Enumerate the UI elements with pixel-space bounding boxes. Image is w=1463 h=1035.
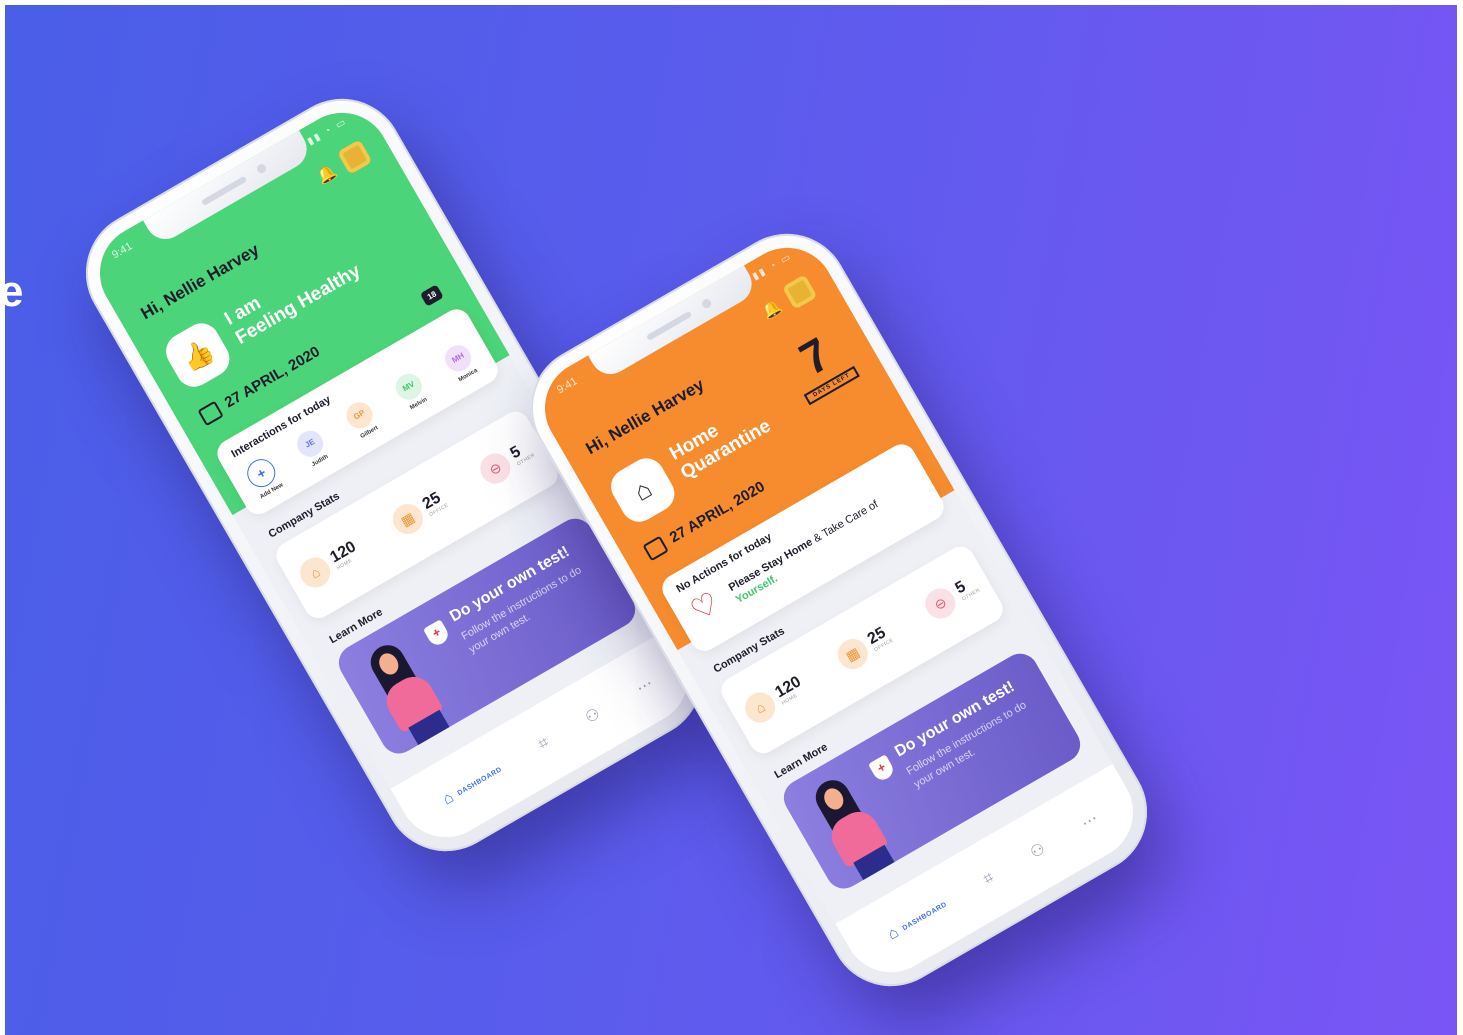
- bell-icon[interactable]: 🔔: [758, 296, 785, 323]
- contact-item[interactable]: GP Gilbert: [336, 394, 390, 447]
- stat-home: ⌂ 120 HOME: [294, 536, 364, 593]
- medical-shield-icon: +: [422, 619, 452, 649]
- contact-item[interactable]: JE Judith: [286, 422, 340, 475]
- more-icon: ⋯: [1078, 810, 1102, 833]
- home-icon: ⌂: [439, 788, 457, 809]
- minus-circle-icon: ⊖: [474, 447, 516, 489]
- minus-circle-icon: ⊖: [919, 582, 961, 624]
- heart-home-icon: ♡: [685, 586, 725, 629]
- status-time: 9:41: [109, 240, 135, 262]
- nav-more[interactable]: ⋯: [633, 673, 657, 698]
- people-icon: ⚇: [582, 705, 604, 728]
- nav-dashboard-label: DASHBOARD: [901, 900, 949, 932]
- nav-scan[interactable]: ⌗: [981, 869, 998, 889]
- home-icon: ⌂: [604, 451, 681, 529]
- office-icon: ▦: [387, 498, 429, 540]
- woman-illustration: [350, 625, 465, 754]
- nav-contacts[interactable]: ⚇: [582, 704, 604, 728]
- qr-scan-icon: ⌗: [535, 734, 552, 754]
- stat-office: ▦ 25 OFFICE: [832, 620, 897, 675]
- home-icon: ⌂: [739, 686, 781, 728]
- nav-dashboard[interactable]: ⌂ DASHBOARD: [885, 896, 951, 944]
- stat-other: ⊖ 5 OTHER: [919, 570, 983, 624]
- thumbs-up-icon: 👍: [159, 316, 236, 394]
- contact-item[interactable]: MV Melvin: [385, 365, 439, 418]
- qr-scan-icon: ⌗: [980, 869, 997, 889]
- nav-dashboard-label: DASHBOARD: [456, 765, 504, 797]
- people-icon: ⚇: [1027, 840, 1049, 863]
- home-icon: ⌂: [294, 551, 336, 593]
- background: e 9:41 ▮▮ ◔ ▭ 🔔 Hi, Nellie Harvey 👍 I am…: [5, 5, 1457, 1035]
- woman-illustration: [795, 760, 910, 889]
- stat-office: ▦ 25 OFFICE: [387, 485, 452, 540]
- status-text: Home Quarantine: [666, 396, 775, 484]
- stat-home: ⌂ 120 HOME: [739, 671, 809, 728]
- office-icon: ▦: [832, 633, 874, 675]
- message-part-2: & Take Care of: [808, 498, 881, 547]
- calendar-icon: [197, 400, 224, 427]
- cropped-heading-letter: e: [5, 267, 24, 316]
- contact-add-new[interactable]: + Add New: [237, 451, 291, 504]
- avatar[interactable]: [781, 274, 818, 310]
- nav-more[interactable]: ⋯: [1078, 808, 1102, 833]
- stat-other: ⊖ 5 OTHER: [474, 435, 538, 489]
- home-icon: ⌂: [884, 923, 902, 944]
- more-icon: ⋯: [633, 675, 657, 698]
- calendar-icon: [642, 535, 669, 562]
- nav-dashboard[interactable]: ⌂ DASHBOARD: [440, 761, 506, 809]
- medical-shield-icon: +: [867, 754, 897, 784]
- avatar[interactable]: [336, 139, 373, 175]
- contact-item[interactable]: MH Monica: [434, 337, 488, 390]
- nav-scan[interactable]: ⌗: [536, 734, 553, 754]
- status-time: 9:41: [554, 375, 580, 397]
- nav-contacts[interactable]: ⚇: [1027, 839, 1049, 863]
- bell-icon[interactable]: 🔔: [313, 161, 340, 188]
